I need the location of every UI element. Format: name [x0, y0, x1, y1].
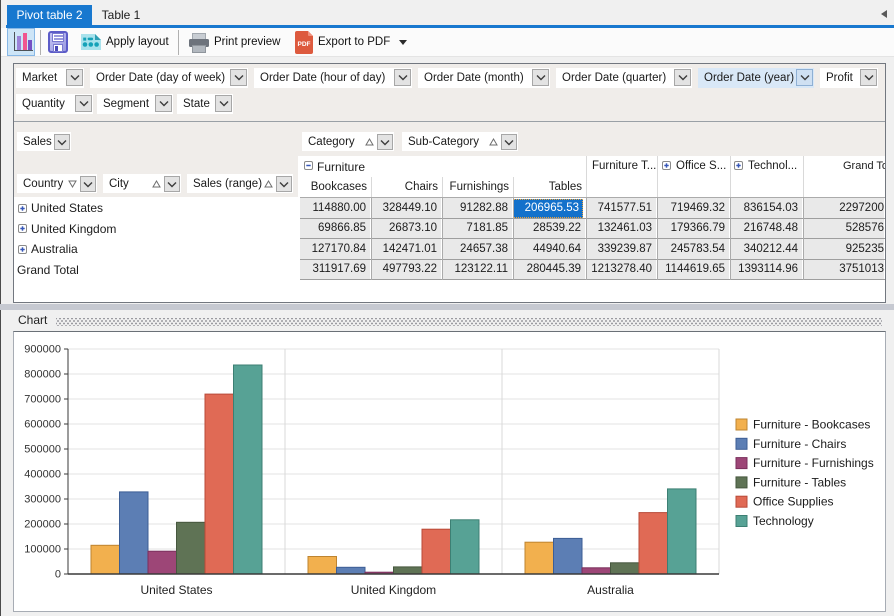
svg-text:Australia: Australia	[587, 583, 634, 597]
svg-text:0: 0	[55, 569, 61, 581]
svg-text:Technology: Technology	[753, 514, 814, 528]
svg-text:PDF: PDF	[298, 41, 311, 48]
svg-text:Furniture - Bookcases: Furniture - Bookcases	[753, 418, 870, 432]
svg-text:100000: 100000	[24, 544, 61, 556]
svg-text:300000: 300000	[24, 494, 61, 506]
svg-text:700000: 700000	[24, 394, 61, 406]
svg-text:Office Supplies: Office Supplies	[753, 495, 834, 509]
svg-text:United States: United States	[140, 583, 212, 597]
svg-text:600000: 600000	[24, 419, 61, 431]
svg-text:Furniture - Tables: Furniture - Tables	[753, 475, 846, 489]
svg-text:200000: 200000	[24, 519, 61, 531]
svg-text:Furniture - Furnishings: Furniture - Furnishings	[753, 456, 874, 470]
svg-text:500000: 500000	[24, 444, 61, 456]
svg-text:United Kingdom: United Kingdom	[351, 583, 436, 597]
svg-text:Furniture - Chairs: Furniture - Chairs	[753, 437, 846, 451]
svg-text:400000: 400000	[24, 469, 61, 481]
svg-text:800000: 800000	[24, 369, 61, 381]
svg-text:900000: 900000	[24, 344, 61, 356]
